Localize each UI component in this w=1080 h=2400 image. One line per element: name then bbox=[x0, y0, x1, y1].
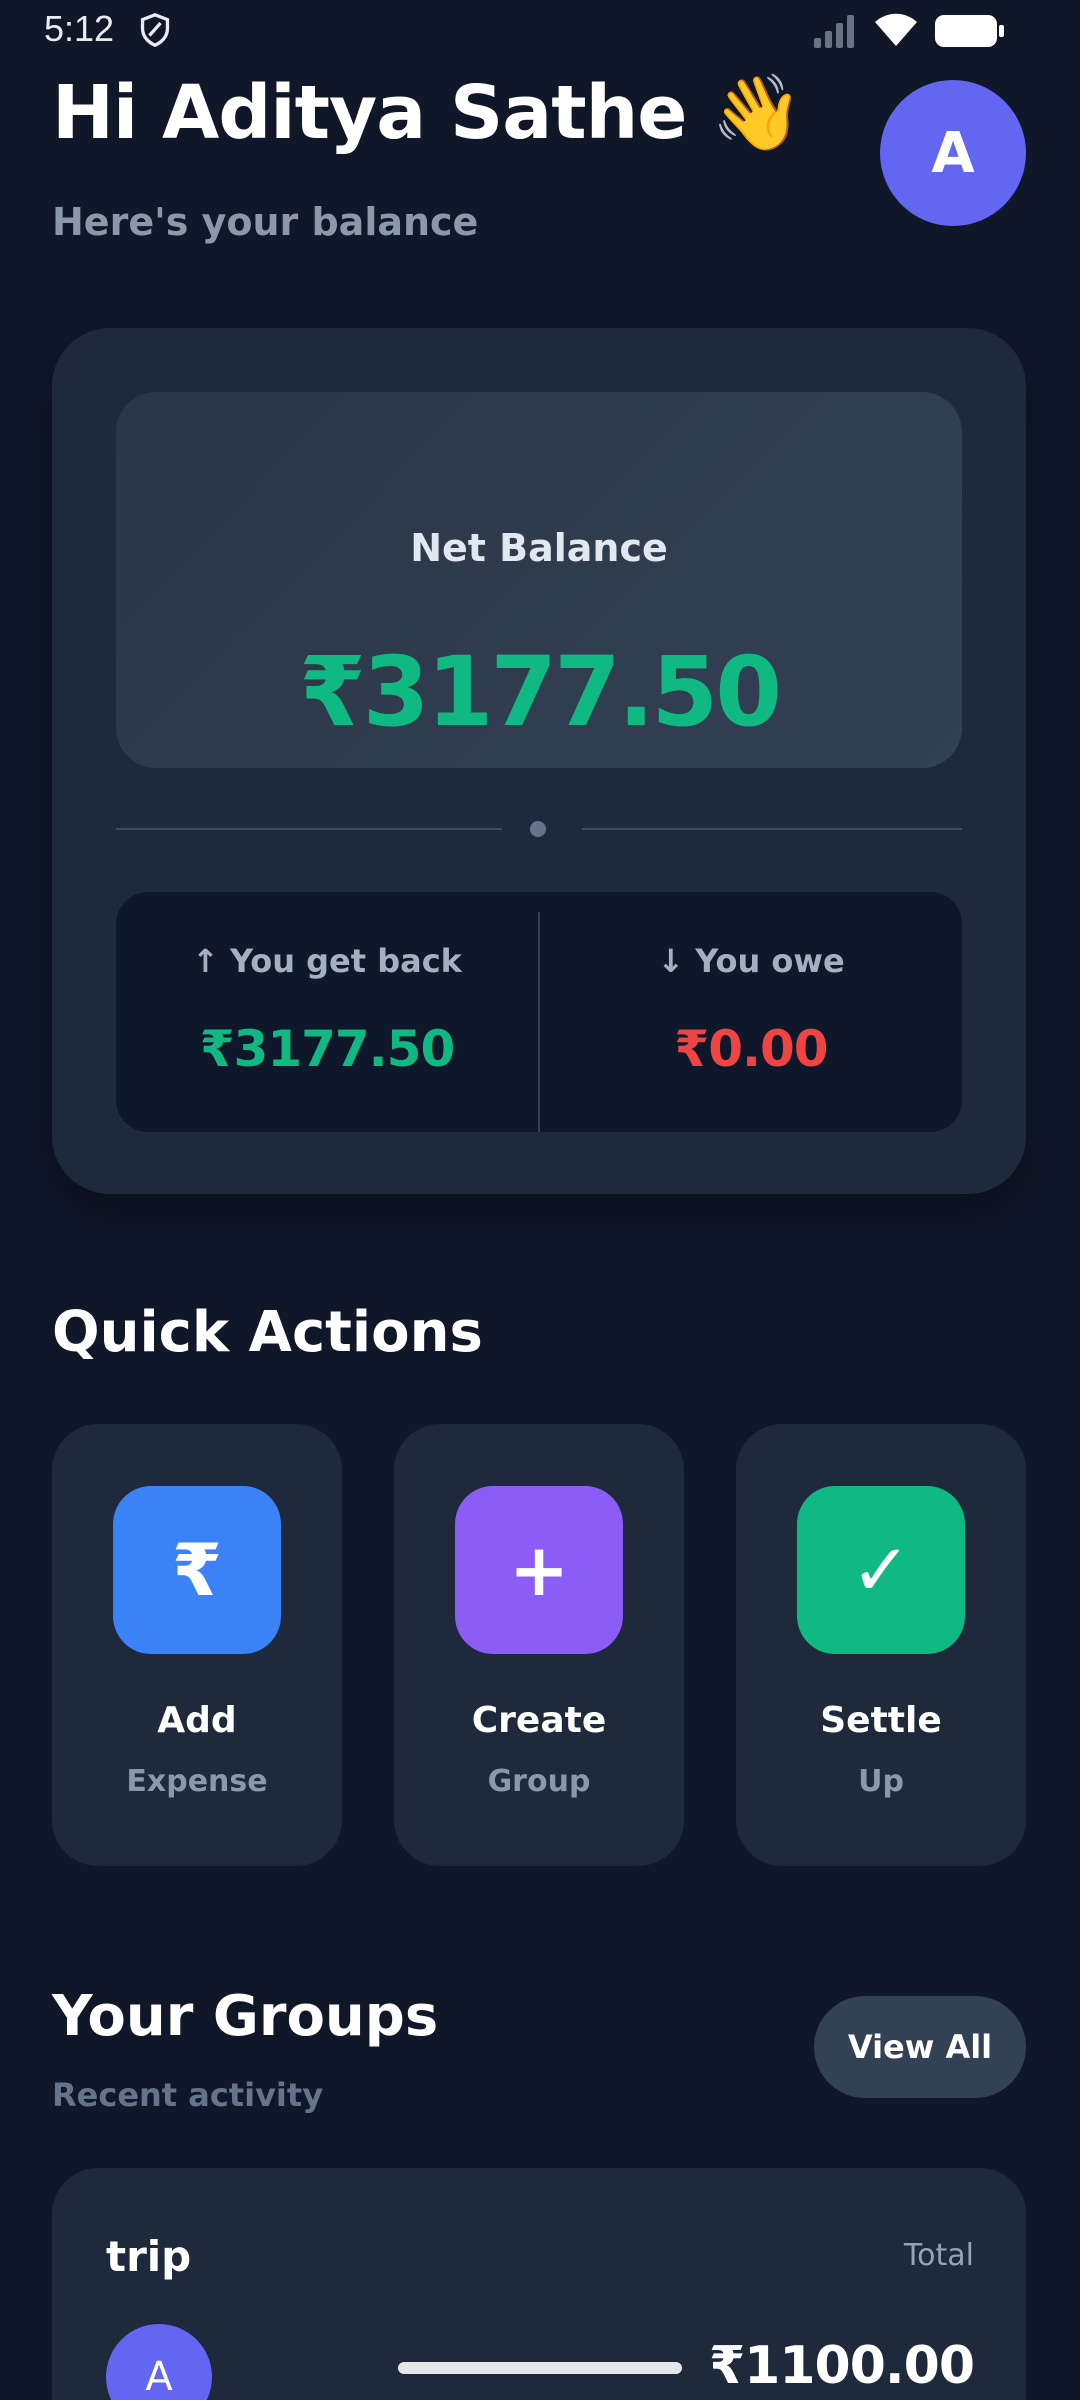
get-back-label: ↑ You get back bbox=[192, 942, 462, 980]
shield-icon bbox=[140, 12, 170, 48]
home-screen: 5:12 Hi Aditya Sathe 👋 Here's your balan… bbox=[0, 0, 1080, 2400]
action-sublabel: Group bbox=[487, 1764, 591, 1799]
action-sublabel: Expense bbox=[126, 1764, 268, 1799]
owe-label: ↓ You owe bbox=[657, 942, 845, 980]
net-balance-amount: ₹3177.50 bbox=[298, 636, 782, 748]
divider bbox=[582, 828, 962, 830]
groups-title: Your Groups bbox=[52, 1984, 439, 2049]
rupee-icon: ₹ bbox=[113, 1486, 281, 1654]
check-icon: ✓ bbox=[797, 1486, 965, 1654]
group-total-amount: ₹1100.00 bbox=[708, 2336, 975, 2396]
owe-amount: ₹0.00 bbox=[674, 1020, 828, 1078]
wifi-icon bbox=[875, 13, 917, 46]
plus-icon: + bbox=[455, 1486, 623, 1654]
home-indicator[interactable] bbox=[398, 2362, 682, 2374]
action-label: Settle bbox=[820, 1700, 942, 1741]
get-back-section: ↑ You get back ₹3177.50 bbox=[116, 892, 538, 1132]
group-total-label: Total bbox=[903, 2238, 974, 2273]
divider-dot bbox=[530, 821, 546, 837]
add-expense-button[interactable]: ₹ Add Expense bbox=[52, 1424, 342, 1866]
status-time: 5:12 bbox=[44, 8, 115, 49]
groups-subtitle: Recent activity bbox=[52, 2076, 324, 2114]
action-label: Add bbox=[157, 1700, 237, 1741]
get-back-amount: ₹3177.50 bbox=[199, 1020, 456, 1078]
group-name: trip bbox=[106, 2232, 192, 2281]
owe-section: ↓ You owe ₹0.00 bbox=[540, 892, 962, 1132]
balance-card: Net Balance ₹3177.50 ↑ You get back ₹317… bbox=[52, 328, 1026, 1194]
balance-breakdown: ↑ You get back ₹3177.50 ↓ You owe ₹0.00 bbox=[116, 892, 962, 1132]
battery-icon bbox=[935, 15, 1004, 47]
view-all-button[interactable]: View All bbox=[814, 1996, 1026, 2098]
status-bar: 5:12 bbox=[0, 0, 1080, 60]
settle-up-button[interactable]: ✓ Settle Up bbox=[736, 1424, 1026, 1866]
quick-actions-title: Quick Actions bbox=[52, 1300, 483, 1365]
greeting-title: Hi Aditya Sathe 👋 bbox=[52, 70, 803, 156]
net-balance-label: Net Balance bbox=[410, 526, 668, 570]
balance-subtitle: Here's your balance bbox=[52, 200, 479, 244]
net-balance-box: Net Balance ₹3177.50 bbox=[116, 392, 962, 768]
create-group-button[interactable]: + Create Group bbox=[394, 1424, 684, 1866]
signal-icon bbox=[814, 15, 854, 48]
action-sublabel: Up bbox=[858, 1764, 904, 1799]
action-label: Create bbox=[471, 1700, 607, 1741]
divider bbox=[116, 828, 502, 830]
member-avatar: A bbox=[106, 2324, 212, 2400]
profile-avatar[interactable]: A bbox=[880, 80, 1026, 226]
